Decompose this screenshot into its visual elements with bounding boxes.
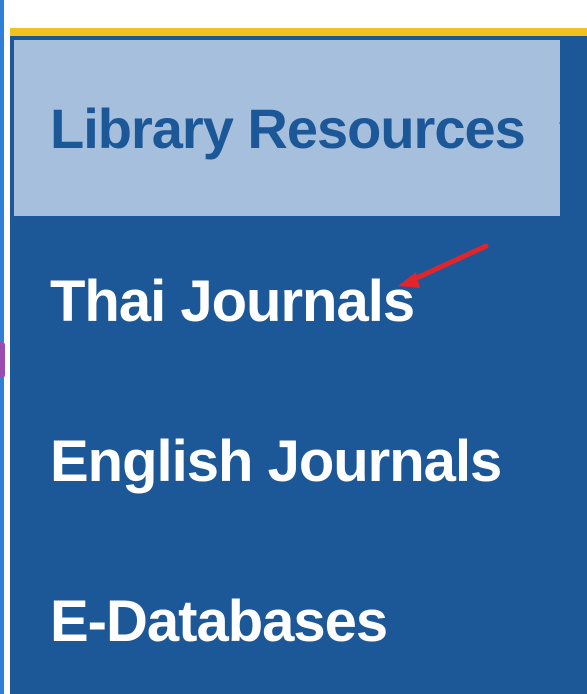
screenshot-frame: Library Resources Thai Journals English …	[0, 0, 587, 694]
page-edge-highlight	[0, 342, 5, 378]
chevron-down-icon	[559, 116, 583, 140]
library-resources-menu-button[interactable]: Library Resources	[14, 40, 583, 216]
menu-item-english-journals[interactable]: English Journals	[50, 428, 502, 495]
menu-header-label: Library Resources	[50, 96, 526, 160]
menu-item-e-databases[interactable]: E-Databases	[50, 588, 388, 655]
nav-bar-strip	[10, 6, 587, 28]
menu-item-thai-journals[interactable]: Thai Journals	[50, 268, 415, 335]
red-arrow-icon	[398, 243, 489, 288]
accent-line	[10, 28, 587, 36]
